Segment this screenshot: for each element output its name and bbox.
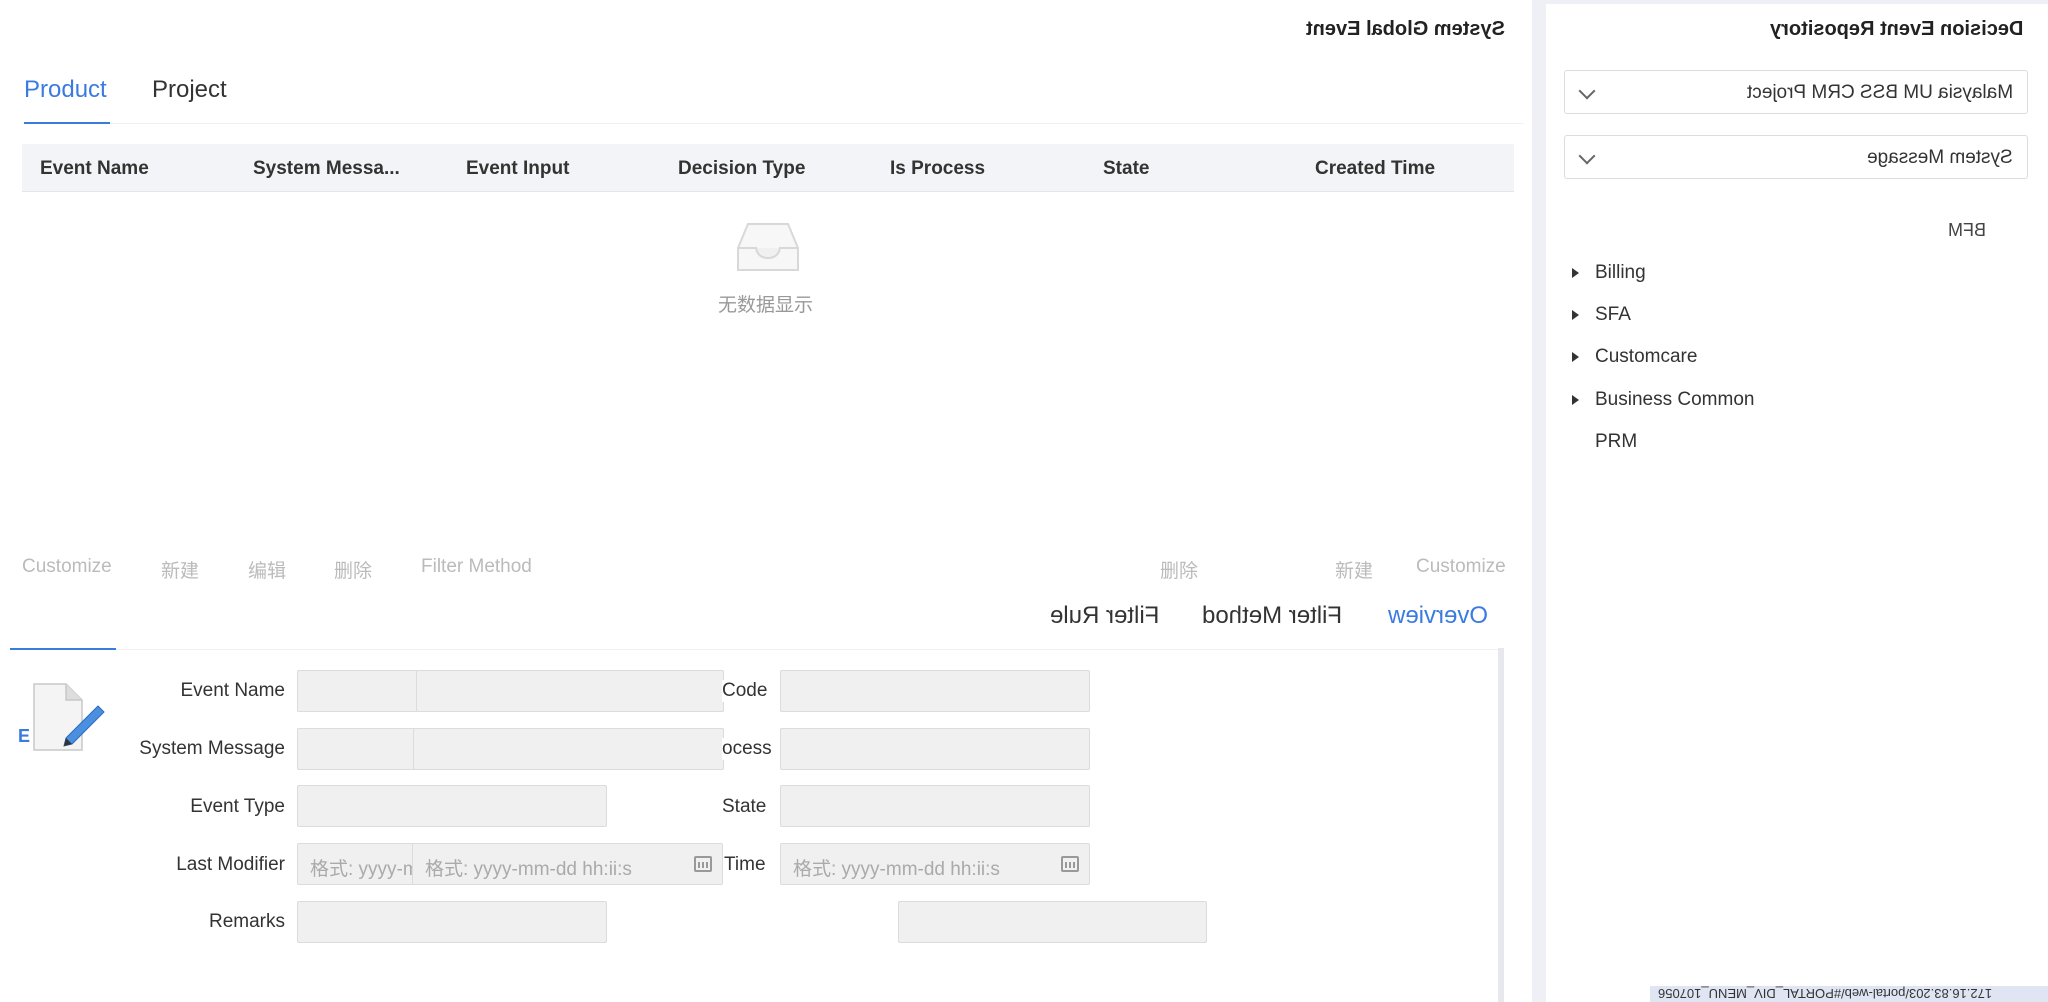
caret-right-icon[interactable] [1572,351,1579,362]
sidebar-title: Decision Event Repository [1770,18,2024,40]
form-scrollbar[interactable] [1498,648,1504,1002]
edit-button[interactable]: 编辑 [248,556,286,583]
tree-item-customcare[interactable]: Customcare [1572,346,1697,368]
tab-product[interactable]: Product [24,76,107,104]
tab-filter-rule[interactable]: Filter Rule [1050,602,1159,630]
extra-input[interactable] [898,901,1207,943]
tab-overview[interactable]: Overview [1388,602,1488,630]
caret-right-icon[interactable] [1572,267,1579,278]
delete-button[interactable]: 删除 [334,556,372,583]
calendar-icon[interactable] [1061,856,1079,872]
system-message-label: System Message [139,738,285,759]
tree-item-label: Customcare [1595,346,1698,367]
modified-time-input[interactable]: 格式: yyyy-mm-dd hh:ii:s [412,843,723,885]
empty-inbox-icon [737,223,799,271]
tree-item-label: PRM [1595,431,1638,452]
code-input[interactable] [780,670,1090,712]
decision-event-repository-panel: Decision Event Repository Malaysia UM BS… [1546,4,2048,1002]
created-time-placeholder: 格式: yyyy-mm-dd hh:ii:s [793,859,1000,880]
new-button-secondary[interactable]: 新建 [1335,556,1373,583]
tab-filter-method[interactable]: Filter Method [1202,602,1342,630]
caret-right-icon[interactable] [1572,309,1579,320]
status-bar-url: 172.16.83.203/portal-web/#PORTAL_DIV_MEN… [1650,986,2048,1002]
status-url-text: 172.16.83.203/portal-web/#PORTAL_DIV_MEN… [1658,986,1993,1001]
process-label: ocess [722,738,772,760]
project-select-value: Malaysia UM BSS CRM Project [1746,82,2013,103]
column-header-event-name[interactable]: Event Name [40,158,149,180]
project-select[interactable]: Malaysia UM BSS CRM Project [1564,70,2028,114]
column-header-created-time[interactable]: Created Time [1315,158,1435,180]
customize-button-secondary[interactable]: Customize [1416,556,1506,578]
main-tabs: Product Project [24,58,1524,124]
new-button[interactable]: 新建 [161,556,199,583]
tree-item-prm[interactable]: PRM [1572,431,1637,453]
page-title: System Global Event [1306,18,1505,40]
caret-right-icon[interactable] [1572,394,1579,405]
time-label: Time [724,854,770,876]
tree-item-label: Business Common [1595,389,1755,410]
tree-item-billing[interactable]: Billing [1572,262,1646,284]
group-label-bfm: BFM [1948,220,1986,240]
type-select-value: System Message [1867,147,2013,168]
tree-item-sfa[interactable]: SFA [1572,304,1631,326]
event-main-panel: System Global Event Product Project Even… [0,0,1532,1002]
event-type-input[interactable] [297,785,607,827]
delete-button-secondary[interactable]: 删除 [1160,556,1198,583]
filter-method-button[interactable]: Filter Method [421,556,532,578]
column-header-is-process[interactable]: Is Process [890,158,985,180]
remarks-label: Remarks [208,911,285,932]
tree-item-label: SFA [1595,304,1631,325]
type-select[interactable]: System Message [1564,135,2028,179]
edit-document-icon [33,683,105,751]
column-header-system-message[interactable]: System Messa... [253,158,400,180]
tree-item-label: Billing [1595,262,1646,283]
tab-project[interactable]: Project [152,76,227,104]
active-tab-indicator [24,122,110,124]
tree-item-business-common[interactable]: Business Common [1572,389,1754,411]
chevron-down-icon [1578,147,1596,165]
state-input[interactable] [780,785,1090,827]
created-time-input[interactable]: 格式: yyyy-mm-dd hh:ii:s [780,843,1090,885]
event-type-label: Event Type [190,796,285,817]
column-header-decision-type[interactable]: Decision Type [678,158,805,180]
customize-button[interactable]: Customize [22,556,112,578]
last-modifier-label: Last Modifier [176,854,285,875]
table-header: Event Name System Messa... Event Input D… [22,144,1514,192]
state-label: State [722,796,767,817]
column-header-event-input[interactable]: Event Input [466,158,569,180]
detail-tabs: Overview Filter Method Filter Rule [10,596,1500,650]
empty-state-text: 无数据显示 [718,295,814,316]
system-message-input-overlay[interactable] [413,728,724,770]
form-icon-letter: E [18,726,31,746]
remarks-input[interactable] [297,901,607,943]
code-label: Code [722,680,768,702]
event-name-input-overlay[interactable] [416,670,724,712]
modified-time-placeholder: 格式: yyyy-mm-dd hh:ii:s [425,859,632,880]
event-name-label: Event Name [180,680,285,701]
calendar-icon[interactable] [694,856,712,872]
column-header-state[interactable]: State [1103,158,1149,180]
chevron-down-icon [1578,82,1596,100]
active-detail-tab-indicator [10,648,116,650]
is-process-input[interactable] [780,728,1090,770]
